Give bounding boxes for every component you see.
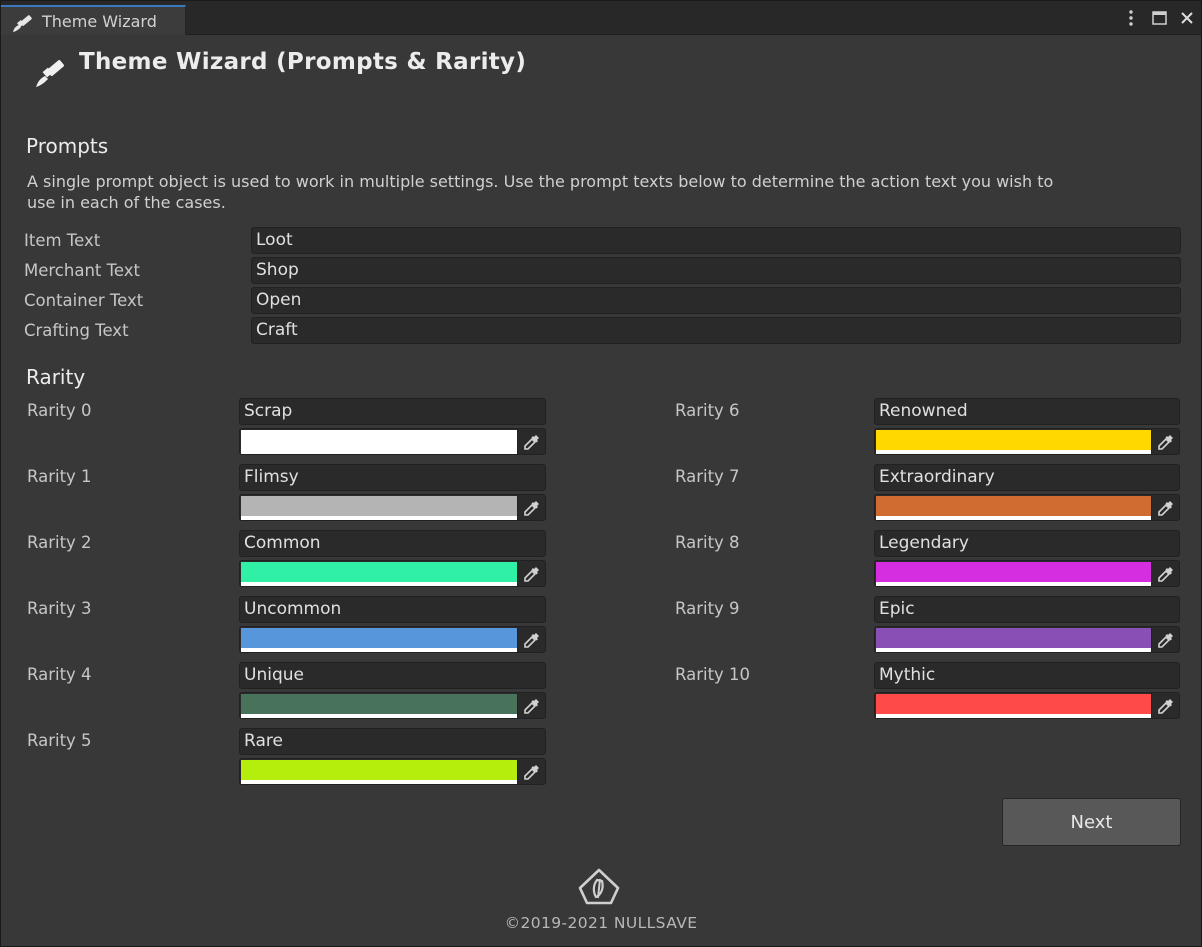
eyedropper-icon[interactable]: [1151, 693, 1179, 718]
eyedropper-icon[interactable]: [517, 693, 545, 718]
rarity-color-field[interactable]: [239, 758, 546, 785]
color-swatch[interactable]: [876, 430, 1151, 450]
color-swatch[interactable]: [241, 430, 517, 450]
rarity-section-title: Rarity: [26, 365, 86, 389]
rarity-label: Rarity 4: [27, 665, 92, 684]
page-title: Theme Wizard (Prompts & Rarity): [79, 49, 527, 75]
alpha-bar: [241, 582, 517, 586]
crafting-text-field[interactable]: Craft: [251, 317, 1181, 344]
color-swatch[interactable]: [241, 628, 517, 648]
container-text-label: Container Text: [24, 291, 144, 310]
prompts-description: A single prompt object is used to work i…: [27, 172, 1054, 212]
eyedropper-icon[interactable]: [1151, 429, 1179, 454]
alpha-bar: [876, 714, 1151, 718]
rarity-name-field[interactable]: Renowned: [874, 398, 1180, 425]
rarity-label: Rarity 0: [27, 401, 92, 420]
alpha-bar: [876, 450, 1151, 454]
alpha-bar: [241, 780, 517, 784]
rarity-label: Rarity 7: [675, 467, 740, 486]
close-icon[interactable]: [1179, 9, 1195, 27]
rarity-label: Rarity 2: [27, 533, 92, 552]
maximize-icon[interactable]: [1151, 9, 1167, 27]
alpha-bar: [241, 648, 517, 652]
rarity-name-field[interactable]: Legendary: [874, 530, 1180, 557]
alpha-bar: [876, 516, 1151, 520]
rarity-label: Rarity 10: [675, 665, 751, 684]
alpha-bar: [241, 714, 517, 718]
eyedropper-icon[interactable]: [517, 627, 545, 652]
rarity-color-field[interactable]: [239, 626, 546, 653]
item-text-label: Item Text: [24, 231, 101, 250]
container-text-field[interactable]: Open: [251, 287, 1181, 314]
rarity-color-field[interactable]: [874, 692, 1180, 719]
alpha-bar: [241, 516, 517, 520]
alpha-bar: [241, 450, 517, 454]
rarity-color-field[interactable]: [874, 428, 1180, 455]
color-swatch[interactable]: [241, 562, 517, 582]
rarity-name-field[interactable]: Rare: [239, 728, 546, 755]
tab-title: Theme Wizard: [42, 12, 157, 31]
color-swatch[interactable]: [241, 694, 517, 714]
eyedropper-icon[interactable]: [1151, 627, 1179, 652]
rarity-label: Rarity 9: [675, 599, 740, 618]
rarity-name-field[interactable]: Scrap: [239, 398, 546, 425]
eyedropper-icon[interactable]: [517, 759, 545, 784]
rarity-color-field[interactable]: [239, 692, 546, 719]
theme-wizard-window: Theme Wizard Theme Wizard (Prompts & Rar…: [0, 0, 1202, 947]
color-swatch[interactable]: [876, 496, 1151, 516]
rarity-label: Rarity 6: [675, 401, 740, 420]
alpha-bar: [876, 648, 1151, 652]
rarity-color-field[interactable]: [239, 428, 546, 455]
eyedropper-icon[interactable]: [517, 429, 545, 454]
rarity-color-field[interactable]: [239, 494, 546, 521]
rarity-color-field[interactable]: [239, 560, 546, 587]
paintbrush-icon: [13, 15, 32, 32]
title-bar: Theme Wizard: [1, 1, 1201, 35]
color-swatch[interactable]: [876, 694, 1151, 714]
rarity-name-field[interactable]: Unique: [239, 662, 546, 689]
eyedropper-icon[interactable]: [517, 495, 545, 520]
merchant-text-field[interactable]: Shop: [251, 257, 1181, 284]
rarity-name-field[interactable]: Epic: [874, 596, 1180, 623]
rarity-label: Rarity 8: [675, 533, 740, 552]
next-button[interactable]: Next: [1002, 798, 1181, 846]
alpha-bar: [876, 582, 1151, 586]
eyedropper-icon[interactable]: [1151, 561, 1179, 586]
rarity-color-field[interactable]: [874, 626, 1180, 653]
merchant-text-label: Merchant Text: [24, 261, 140, 280]
more-vert-icon[interactable]: [1123, 9, 1139, 27]
color-swatch[interactable]: [876, 562, 1151, 582]
crafting-text-label: Crafting Text: [24, 321, 129, 340]
item-text-field[interactable]: Loot: [251, 227, 1181, 254]
rarity-name-field[interactable]: Uncommon: [239, 596, 546, 623]
color-swatch[interactable]: [241, 496, 517, 516]
rarity-color-field[interactable]: [874, 494, 1180, 521]
rarity-name-field[interactable]: Mythic: [874, 662, 1180, 689]
prompts-section-title: Prompts: [26, 134, 109, 158]
copyright-text: ©2019-2021 NULLSAVE: [504, 914, 698, 932]
rarity-name-field[interactable]: Flimsy: [239, 464, 546, 491]
rarity-name-field[interactable]: Common: [239, 530, 546, 557]
rarity-color-field[interactable]: [874, 560, 1180, 587]
color-swatch[interactable]: [241, 760, 517, 780]
nullsave-logo-icon: [578, 868, 620, 905]
rarity-label: Rarity 3: [27, 599, 92, 618]
rarity-name-field[interactable]: Extraordinary: [874, 464, 1180, 491]
eyedropper-icon[interactable]: [1151, 495, 1179, 520]
tab-theme-wizard[interactable]: Theme Wizard: [1, 5, 186, 35]
paintbrush-icon: [36, 60, 64, 87]
rarity-label: Rarity 5: [27, 731, 92, 750]
eyedropper-icon[interactable]: [517, 561, 545, 586]
window-controls: [1123, 8, 1195, 28]
color-swatch[interactable]: [876, 628, 1151, 648]
rarity-label: Rarity 1: [27, 467, 92, 486]
